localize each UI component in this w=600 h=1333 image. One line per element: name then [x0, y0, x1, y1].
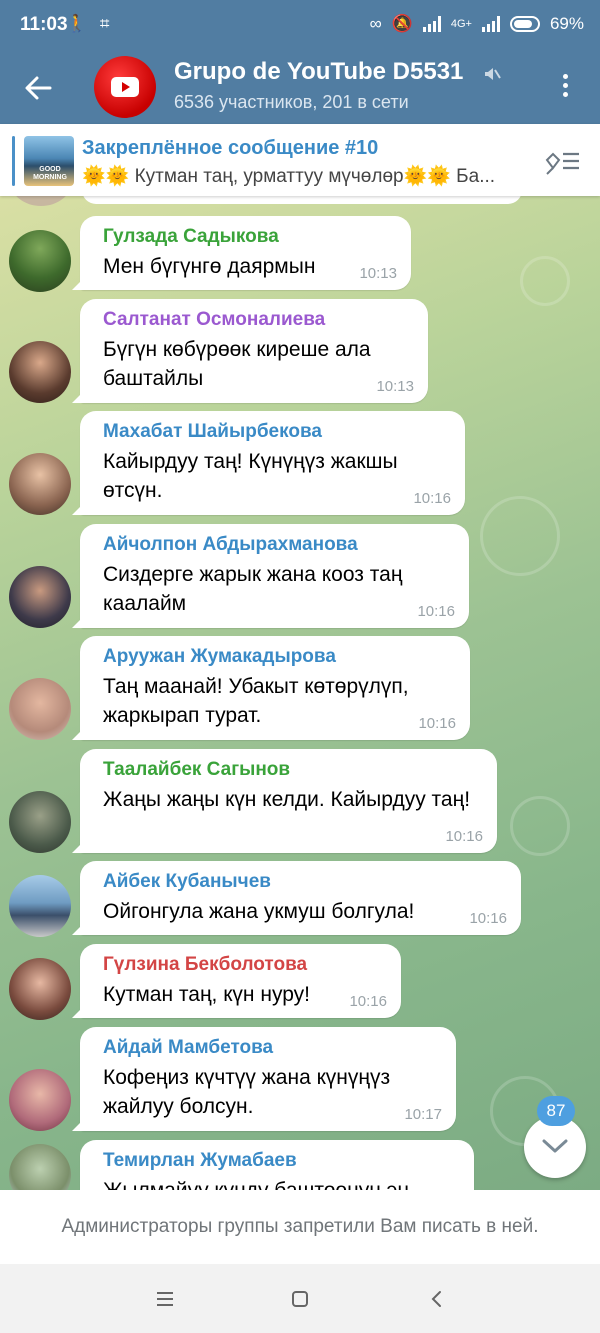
chat-header: Grupo de YouTube D5531 6536 участников, …	[0, 50, 600, 124]
message-bubble[interactable]: Салтанат Осмоналиева Бүгүн көбүрөөк кире…	[72, 299, 428, 403]
battery-icon	[509, 16, 540, 32]
message-text: Таң маанай! Убакыт көтөрүлүп, жаркырап т…	[103, 675, 409, 727]
message-text: Ойгонгула жана укмуш болгула!	[103, 900, 415, 923]
message-time: 10:16	[418, 715, 456, 732]
message-sender[interactable]: Гүлзина Бекболотова	[103, 954, 387, 976]
background-doodle	[510, 796, 570, 856]
signal-2-icon	[481, 16, 500, 32]
avatar[interactable]	[9, 341, 71, 403]
message-sender[interactable]: Айчолпон Абдырахманова	[103, 534, 455, 556]
message-text: Сиздерге жарык жана кооз таң каалайм	[103, 563, 403, 615]
pinned-title: Закреплённое сообщение #10	[82, 137, 379, 159]
status-bar: 11:03 🚶 ⌗ ∞ 🔕 4G+ 69%	[0, 0, 600, 50]
more-menu-button[interactable]	[553, 70, 577, 106]
message-time: 10:16	[469, 910, 507, 927]
message-time: 10:13	[376, 378, 414, 395]
avatar[interactable]	[9, 1069, 71, 1131]
link-icon: ∞	[369, 14, 382, 33]
message-text: Кофеңиз күчтүү жана күнүңүз жайлуу болсу…	[103, 1066, 391, 1118]
avatar[interactable]	[9, 875, 71, 937]
pinned-list-button[interactable]	[543, 146, 583, 176]
avatar[interactable]	[9, 1144, 71, 1190]
message-bubble[interactable]: Таалайбек Сагынов Жаңы жаңы күн келди. К…	[72, 749, 497, 853]
message-text: Жылмайуу күндү баштоонун эң	[103, 1176, 453, 1190]
message-sender[interactable]: Салтанат Осмоналиева	[103, 309, 414, 331]
write-restriction-notice: Администраторы группы запретили Вам писа…	[0, 1190, 600, 1264]
battery-level: 69%	[549, 14, 584, 33]
avatar[interactable]	[9, 958, 71, 1020]
pinned-thumbnail-text: GOOD MORNING	[33, 166, 67, 181]
pinned-message[interactable]: GOOD MORNING Закреплённое сообщение #10 …	[0, 124, 600, 196]
message-text: Кутман таң, күн нуру!	[103, 983, 310, 1006]
message-time: 10:16	[349, 993, 387, 1010]
message-bubble[interactable]: Гүлзина Бекболотова Кутман таң, күн нуру…	[72, 944, 401, 1018]
avatar[interactable]	[9, 791, 71, 853]
walk-icon: 🚶	[66, 14, 88, 33]
message-bubble[interactable]: Махабат Шайырбекова Кайырдуу таң! Күнүңү…	[72, 411, 465, 515]
background-doodle	[480, 496, 560, 576]
message-time: 10:13	[359, 265, 397, 282]
message-bubble[interactable]: Аруужан Жумакадырова Таң маанай! Убакыт …	[72, 636, 470, 740]
message-time: 10:17	[404, 1106, 442, 1123]
avatar[interactable]	[9, 230, 71, 292]
message-sender[interactable]: Гулзада Садыкова	[103, 226, 397, 248]
chevron-left-icon	[431, 1291, 441, 1307]
network-type: 4G+	[450, 18, 472, 30]
recents-button[interactable]	[150, 1284, 180, 1314]
message-sender[interactable]: Махабат Шайырбекова	[103, 421, 451, 443]
unread-count-badge: 87	[537, 1096, 575, 1126]
message-time: 10:16	[417, 603, 455, 620]
chat-messages[interactable]: Гулзада Садыкова Мен бүгүнгө даярмын 10:…	[0, 196, 600, 1190]
background-doodle	[520, 256, 570, 306]
message-text: Мен бүгүнгө даярмын	[103, 255, 316, 278]
message-text: Жаңы жаңы күн келди. Кайырдуу таң!	[103, 788, 471, 811]
message-sender[interactable]: Айдай Мамбетова	[103, 1037, 442, 1059]
back-nav-button[interactable]	[422, 1284, 452, 1314]
status-time: 11:03	[20, 14, 68, 35]
message-sender[interactable]: Айбек Кубанычев	[103, 871, 507, 893]
message-text: Бүгүн көбүрөөк киреше ала баштайлы	[103, 338, 371, 390]
youtube-icon	[111, 77, 139, 97]
status-right: ∞ 🔕 4G+ 69%	[370, 14, 584, 34]
group-avatar[interactable]	[94, 56, 156, 118]
signal-icon	[422, 16, 441, 32]
screenshot-icon: ⌗	[99, 14, 110, 33]
message-bubble[interactable]: Гулзада Садыкова Мен бүгүнгө даярмын 10:…	[72, 216, 411, 290]
avatar[interactable]	[9, 453, 71, 515]
chevron-down-icon	[542, 1139, 568, 1153]
chat-title[interactable]: Grupo de YouTube D5531	[174, 58, 463, 86]
menu-icon	[157, 1292, 173, 1306]
system-navigation-bar	[0, 1264, 600, 1333]
status-left-icons: 🚶 ⌗	[66, 14, 109, 34]
message-sender[interactable]: Таалайбек Сагынов	[103, 759, 483, 781]
message-bubble[interactable]: Айдай Мамбетова Кофеңиз күчтүү жана күнү…	[72, 1027, 456, 1131]
mute-notifications-icon: 🔕	[391, 14, 413, 33]
pinned-text: 🌞🌞 Кутман таң, урматтуу мүчөлөр🌞🌞 Ба...	[82, 166, 496, 187]
avatar[interactable]	[10, 196, 72, 206]
message-sender[interactable]: Темирлан Жумабаев	[103, 1150, 460, 1172]
message-bubble[interactable]: Айбек Кубанычев Ойгонгула жана укмуш бол…	[72, 861, 521, 935]
message-bubble[interactable]: Темирлан Жумабаев Жылмайуу күндү баштоон…	[80, 1140, 474, 1190]
message-bubble[interactable]: Айчолпон Абдырахманова Сиздерге жарык жа…	[72, 524, 469, 628]
avatar[interactable]	[9, 678, 71, 740]
back-button[interactable]	[20, 70, 56, 106]
pinned-thumbnail: GOOD MORNING	[24, 136, 74, 186]
avatar[interactable]	[9, 566, 71, 628]
home-button[interactable]	[285, 1284, 315, 1314]
muted-icon	[485, 68, 501, 80]
back-arrow-icon	[25, 76, 52, 100]
message-text: Кайырдуу таң! Күнүңүз жакшы өтсүн.	[103, 450, 398, 502]
pinned-indicator	[12, 136, 15, 186]
message-bubble-partial[interactable]	[82, 196, 522, 204]
home-square-icon	[292, 1291, 308, 1307]
chat-subtitle: 6536 участников, 201 в сети	[174, 92, 409, 112]
message-time: 10:16	[413, 490, 451, 507]
message-time: 10:16	[445, 828, 483, 845]
message-sender[interactable]: Аруужан Жумакадырова	[103, 646, 456, 668]
pin-list-icon	[545, 152, 579, 175]
